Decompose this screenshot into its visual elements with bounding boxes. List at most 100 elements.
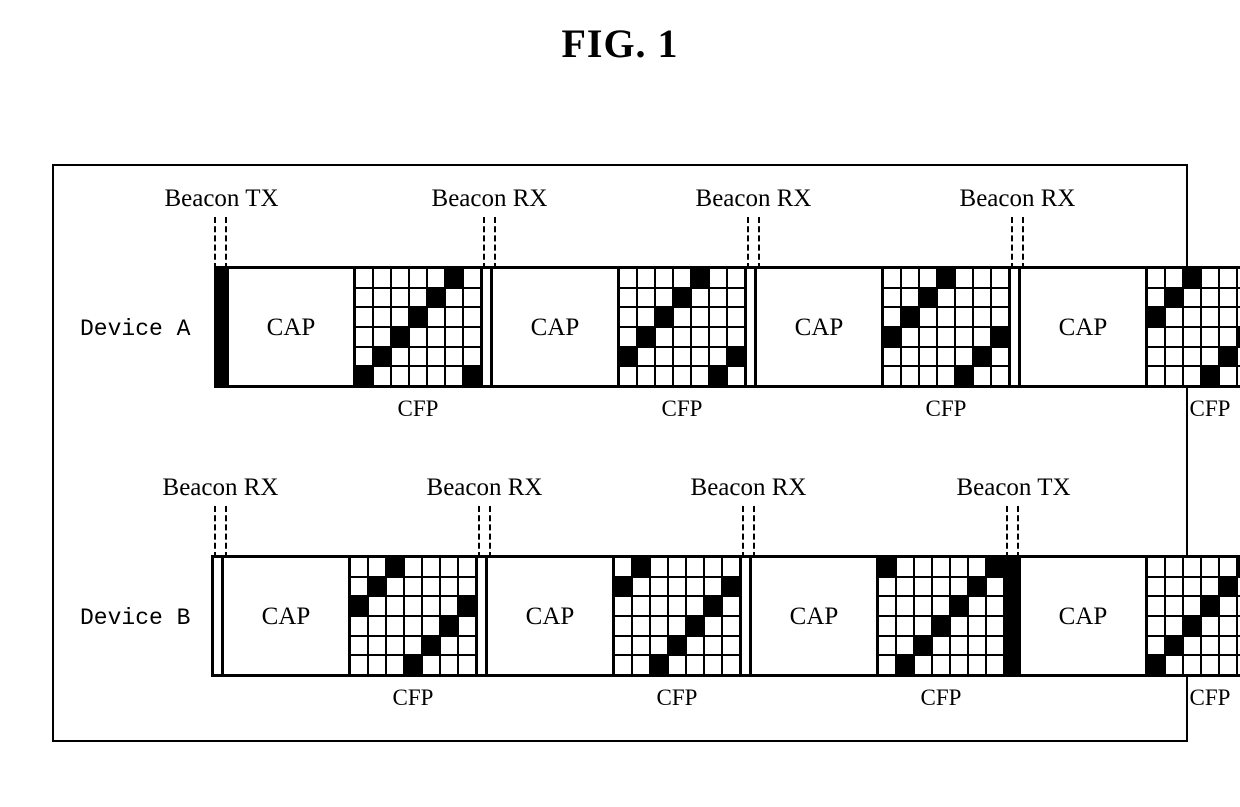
cfp-slot — [897, 597, 913, 615]
cfp-slot — [692, 288, 708, 307]
beacon-annotation: Beacon TX — [956, 458, 1071, 558]
cfp-slot — [1184, 616, 1200, 635]
cfp-slot — [951, 636, 967, 655]
cfp-slot — [633, 616, 649, 635]
cfp-slot — [1166, 269, 1182, 287]
device-label: Device B — [80, 605, 191, 631]
cfp-slot — [897, 558, 913, 576]
cfp-slot — [651, 656, 667, 674]
cfp-slot — [1148, 367, 1164, 385]
cfp-slot — [938, 308, 954, 326]
cfp-slot — [1202, 616, 1218, 635]
cfp-slot — [441, 616, 457, 635]
cfp-slot — [710, 347, 726, 366]
cfp-slot — [933, 577, 949, 596]
cfp-slot — [387, 616, 403, 635]
cfp-slot — [956, 308, 972, 326]
cfp-slot — [705, 558, 721, 576]
cfp-slot — [1166, 288, 1182, 307]
cfp-slot — [1184, 367, 1200, 385]
cfp-slot — [915, 597, 931, 615]
cfp-block: CFP — [612, 555, 742, 709]
cap-label: CAP — [1058, 313, 1108, 341]
cfp-slot — [920, 288, 936, 307]
beacon-leader-line — [1006, 506, 1008, 558]
cfp-block: CFP — [617, 266, 747, 420]
cfp-slot — [410, 327, 426, 346]
cfp-slot — [897, 656, 913, 674]
cfp-slot — [1202, 636, 1218, 655]
beacon-annotation: Beacon RX — [696, 169, 811, 269]
cfp-slot — [620, 327, 636, 346]
cfp-slot — [728, 308, 744, 326]
cfp-caption: CFP — [920, 685, 962, 710]
cfp-slot — [1184, 577, 1200, 596]
beacon-label: Beacon RX — [162, 474, 279, 501]
cfp-slot — [723, 577, 739, 596]
cfp-slot — [1202, 269, 1218, 287]
cfp-slot — [374, 347, 390, 366]
cfp-slot — [897, 616, 913, 635]
cfp-slot — [902, 367, 918, 385]
cfp-slot — [987, 636, 1003, 655]
cfp-slot — [459, 656, 475, 674]
cfp-caption: CFP — [656, 685, 698, 710]
cap-block: CAP — [1018, 266, 1148, 388]
cap-label: CAP — [794, 313, 844, 341]
cfp-slot — [674, 288, 690, 307]
cfp-caption: CFP — [397, 396, 439, 421]
cfp-slot — [951, 656, 967, 674]
cfp-slot — [710, 327, 726, 346]
cfp-slot — [938, 269, 954, 287]
cfp-slot — [410, 347, 426, 366]
cfp-slot — [884, 269, 900, 287]
cfp-slot — [956, 327, 972, 346]
beacon-leader-line — [478, 506, 480, 558]
cfp-slot — [351, 636, 367, 655]
cfp-slot — [464, 288, 480, 307]
cfp-block: CFP — [876, 555, 1006, 709]
cfp-slot — [423, 597, 439, 615]
cfp-slot — [987, 558, 1003, 576]
cfp-slot — [674, 327, 690, 346]
cfp-slot — [392, 367, 408, 385]
cfp-slot — [1202, 577, 1218, 596]
cfp-slot — [920, 327, 936, 346]
cfp-slot — [620, 367, 636, 385]
cfp-slot — [902, 327, 918, 346]
cfp-slot — [1220, 308, 1236, 326]
beacon-leader-line — [1022, 217, 1024, 269]
cfp-slot — [446, 327, 462, 346]
cfp-slot — [915, 616, 931, 635]
cfp-slot — [1148, 288, 1164, 307]
cfp-slot — [351, 558, 367, 576]
cfp-slot — [956, 288, 972, 307]
cfp-slot — [405, 656, 421, 674]
cfp-slot — [938, 367, 954, 385]
cfp-block: CFP — [1145, 266, 1240, 420]
device-row-device-a: Device A Beacon TX CAP CFP Beacon RX CAP CFP B… — [54, 166, 1240, 455]
cfp-slot — [938, 347, 954, 366]
cfp-slot — [992, 367, 1008, 385]
beacon-leader-line — [225, 217, 227, 269]
cfp-slot — [969, 656, 985, 674]
cfp-slot — [1184, 636, 1200, 655]
cfp-slot — [1166, 347, 1182, 366]
cfp-slot — [1220, 616, 1236, 635]
cfp-slot — [933, 558, 949, 576]
cfp-slot — [705, 616, 721, 635]
cfp-slot — [897, 636, 913, 655]
cfp-slot — [723, 558, 739, 576]
figure-frame: Device A Beacon TX CAP CFP Beacon RX CAP CFP B… — [52, 164, 1240, 742]
cap-block: CAP — [1018, 555, 1148, 677]
cfp-slot — [974, 327, 990, 346]
cfp-slot — [956, 367, 972, 385]
cfp-slot — [459, 558, 475, 576]
cfp-slot — [459, 577, 475, 596]
cfp-slot — [615, 656, 631, 674]
cfp-slot — [392, 327, 408, 346]
cfp-slot — [915, 577, 931, 596]
cfp-slot — [656, 269, 672, 287]
beacon-annotation: Beacon RX — [432, 169, 547, 269]
cfp-slot — [410, 367, 426, 385]
